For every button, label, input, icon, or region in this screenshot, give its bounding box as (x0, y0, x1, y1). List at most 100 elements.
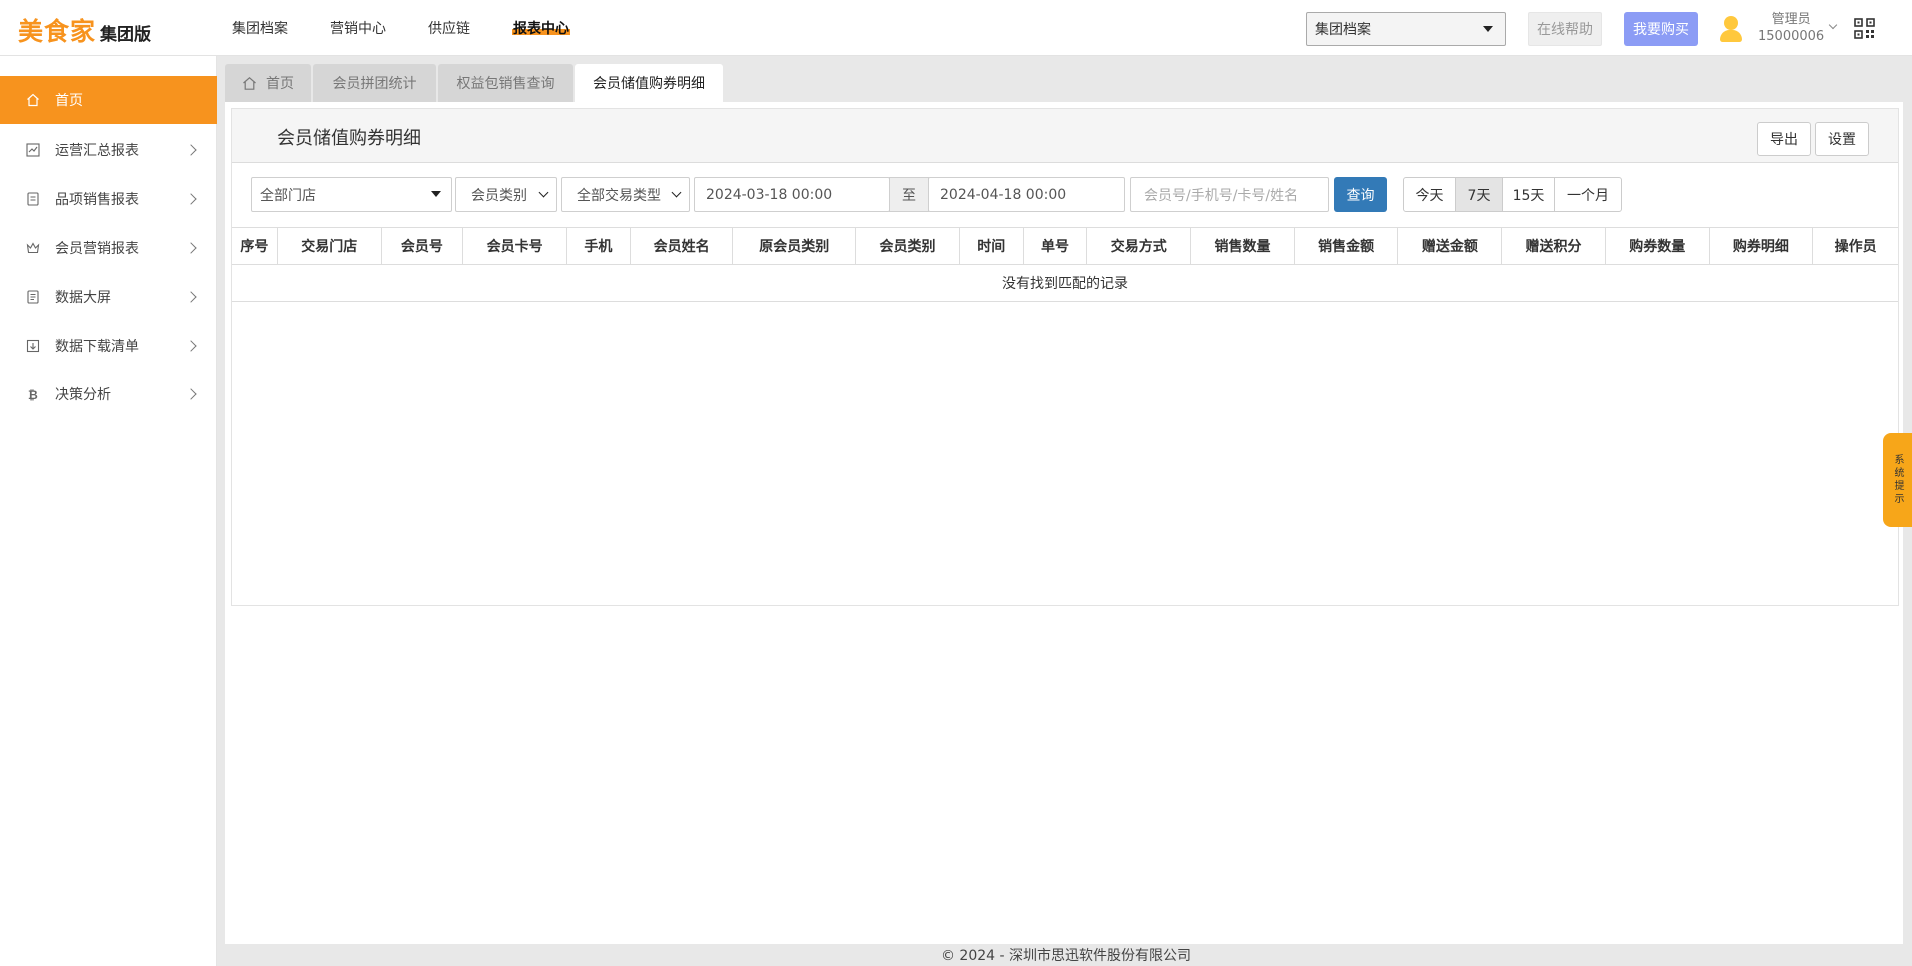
column-header[interactable]: 交易门店 (278, 228, 382, 264)
column-header[interactable]: 购券明细 (1710, 228, 1814, 264)
member-type-select[interactable]: 会员类别 (455, 177, 557, 212)
column-header[interactable]: 购券数量 (1606, 228, 1710, 264)
chevron-down-icon (538, 187, 549, 198)
column-header[interactable]: 会员姓名 (631, 228, 734, 264)
panel-header: 会员储值购券明细 导出 设置 (232, 109, 1898, 163)
sidebar-item-download-list[interactable]: 数据下载清单 (0, 322, 217, 370)
range-7days-button[interactable]: 7天 (1455, 177, 1503, 212)
sidebar-item-label: 会员营销报表 (55, 241, 139, 257)
sidebar-item-label: 数据大屏 (55, 290, 111, 306)
page-title: 会员储值购券明细 (277, 128, 421, 149)
report-panel: 会员储值购券明细 导出 设置 全部门店 会员类别 全部交易类型 2024-03-… (231, 108, 1899, 606)
screen-icon (27, 290, 39, 304)
chevron-down-icon (671, 187, 682, 198)
user-account: 15000006 (1758, 29, 1825, 44)
crown-icon (26, 242, 40, 254)
sidebar-item-label: 决策分析 (55, 387, 111, 403)
range-1month-button[interactable]: 一个月 (1554, 177, 1622, 212)
sidebar-item-label: 数据下载清单 (55, 339, 139, 355)
date-from-input[interactable]: 2024-03-18 00:00 (694, 177, 890, 212)
main-content: 会员储值购券明细 导出 设置 全部门店 会员类别 全部交易类型 2024-03-… (225, 102, 1903, 944)
user-role: 管理员 (1771, 12, 1811, 27)
range-15days-button[interactable]: 15天 (1502, 177, 1555, 212)
chevron-right-icon (185, 144, 197, 156)
download-icon (26, 339, 40, 353)
date-to-input[interactable]: 2024-04-18 00:00 (928, 177, 1125, 212)
column-header[interactable]: 会员号 (382, 228, 464, 264)
tab-home[interactable]: 首页 (225, 64, 311, 102)
topnav-reports[interactable]: 报表中心 (512, 18, 570, 38)
svg-text:₿: ₿ (28, 388, 38, 401)
trend-icon (26, 143, 40, 157)
trade-type-select[interactable]: 全部交易类型 (561, 177, 690, 212)
sidebar-item-label: 首页 (55, 93, 83, 109)
home-icon (27, 93, 39, 107)
column-header[interactable]: 操作员 (1813, 228, 1898, 264)
tab-member-group-buy[interactable]: 会员拼团统计 (313, 64, 436, 102)
system-tip-tab[interactable]: 系统提示 (1883, 433, 1912, 527)
chevron-right-icon (185, 388, 197, 400)
tab-label: 首页 (266, 76, 294, 92)
member-search-input[interactable]: 会员号/手机号/卡号/姓名 (1130, 177, 1329, 212)
tab-benefit-pack-sales[interactable]: 权益包销售查询 (438, 64, 573, 102)
sidebar: 首页 运营汇总报表 品项销售报表 会员营销报表 数据大屏 数据下载清单 ₿ 决策… (0, 56, 217, 966)
export-button[interactable]: 导出 (1757, 122, 1811, 156)
buy-button[interactable]: 我要购买 (1624, 12, 1698, 46)
sidebar-item-operations-report[interactable]: 运营汇总报表 (0, 126, 217, 174)
logo-brand: 美食家 (18, 17, 97, 46)
tab-bar: 首页 会员拼团统计 权益包销售查询 会员储值购券明细 (220, 56, 1912, 102)
caret-down-icon (1483, 26, 1493, 32)
chevron-down-icon (1828, 20, 1838, 30)
topnav-group-archive[interactable]: 集团档案 (232, 18, 288, 38)
date-from-value: 2024-03-18 00:00 (706, 186, 833, 203)
chevron-right-icon (185, 340, 197, 352)
column-header[interactable]: 会员卡号 (463, 228, 567, 264)
column-header[interactable]: 会员类别 (856, 228, 960, 264)
list-doc-icon (27, 192, 39, 206)
sidebar-item-data-screen[interactable]: 数据大屏 (0, 273, 217, 321)
caret-down-icon (431, 191, 441, 197)
member-type-value: 会员类别 (471, 187, 527, 204)
top-nav: 集团档案 营销中心 供应链 报表中心 (232, 0, 612, 56)
user-menu[interactable]: 管理员 15000006 (1718, 8, 1838, 48)
empty-message: 没有找到匹配的记录 (232, 265, 1898, 302)
tab-member-stored-value-detail[interactable]: 会员储值购券明细 (575, 64, 723, 102)
column-header[interactable]: 销售金额 (1295, 228, 1399, 264)
logo-edition: 集团版 (100, 25, 152, 45)
bitcoin-icon: ₿ (28, 388, 38, 401)
chevron-right-icon (185, 242, 197, 254)
column-header[interactable]: 赠送金额 (1398, 228, 1503, 264)
settings-button[interactable]: 设置 (1815, 122, 1869, 156)
date-range-separator: 至 (889, 177, 929, 212)
sidebar-item-item-sales-report[interactable]: 品项销售报表 (0, 175, 217, 223)
date-to-value: 2024-04-18 00:00 (940, 186, 1067, 203)
column-header[interactable]: 赠送积分 (1502, 228, 1606, 264)
logo[interactable]: 美食家 集团版 (18, 12, 151, 48)
column-header[interactable]: 原会员类别 (733, 228, 857, 264)
sidebar-item-home[interactable]: 首页 (0, 76, 217, 124)
sidebar-item-member-marketing-report[interactable]: 会员营销报表 (0, 224, 217, 272)
sidebar-item-label: 运营汇总报表 (55, 143, 139, 159)
topnav-marketing[interactable]: 营销中心 (330, 18, 386, 38)
trade-type-value: 全部交易类型 (577, 187, 661, 204)
tab-label: 权益包销售查询 (456, 76, 555, 92)
online-help-button[interactable]: 在线帮助 (1528, 12, 1602, 46)
store-select[interactable]: 全部门店 (251, 177, 452, 212)
group-select-value: 集团档案 (1315, 22, 1371, 38)
column-header[interactable]: 销售数量 (1191, 228, 1295, 264)
sidebar-item-label: 品项销售报表 (55, 192, 139, 208)
sidebar-item-decision-analysis[interactable]: ₿ 决策分析 (0, 370, 217, 418)
topnav-supply-chain[interactable]: 供应链 (428, 18, 470, 38)
range-today-button[interactable]: 今天 (1403, 177, 1456, 212)
avatar-icon (1718, 13, 1744, 43)
column-header[interactable]: 单号 (1024, 228, 1088, 264)
column-header[interactable]: 时间 (960, 228, 1024, 264)
data-table: 序号 交易门店 会员号 会员卡号 手机 会员姓名 原会员类别 会员类别 时间 单… (232, 227, 1898, 302)
query-button[interactable]: 查询 (1334, 177, 1387, 212)
column-header[interactable]: 序号 (232, 228, 278, 264)
qr-code-icon[interactable] (1854, 18, 1875, 39)
column-header[interactable]: 手机 (567, 228, 631, 264)
group-select[interactable]: 集团档案 (1306, 12, 1506, 46)
store-select-value: 全部门店 (260, 187, 316, 204)
column-header[interactable]: 交易方式 (1087, 228, 1192, 264)
